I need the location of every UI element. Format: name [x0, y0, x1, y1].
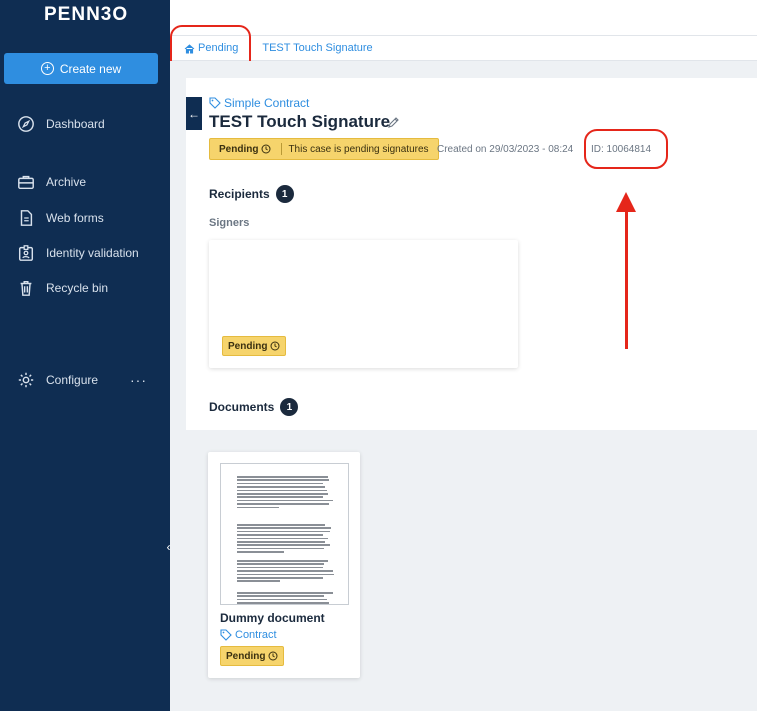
document-status-badge: Pending — [220, 646, 285, 666]
document-text-line — [237, 530, 330, 533]
trash-icon — [16, 279, 36, 297]
compass-icon — [16, 115, 36, 133]
document-text-line — [237, 493, 329, 495]
sidebar: PENN3O + Create new Dashboard Archive We… — [0, 0, 170, 711]
document-text-line — [237, 537, 328, 540]
recipients-title: Recipients — [209, 187, 270, 201]
document-text-line — [237, 486, 325, 488]
case-type-link[interactable]: Simple Contract — [209, 96, 309, 110]
sidebar-item-label: Archive — [46, 175, 87, 189]
tag-icon — [209, 97, 221, 109]
documents-count-badge: 1 — [280, 398, 299, 416]
document-text-line — [237, 476, 328, 478]
sidebar-item-label: Identity validation — [46, 246, 139, 260]
document-text-line — [237, 570, 334, 572]
document-text-line — [237, 541, 325, 543]
sidebar-item-archive[interactable]: Archive — [16, 173, 86, 191]
document-text-line — [237, 524, 326, 526]
back-button[interactable]: ← — [186, 97, 202, 130]
document-thumbnail[interactable] — [220, 463, 349, 605]
document-text-line — [237, 592, 334, 594]
briefcase-icon — [16, 173, 36, 191]
sidebar-item-label: Configure — [46, 373, 99, 387]
annotation-arrow-head — [616, 192, 636, 212]
sidebar-item-dashboard[interactable]: Dashboard — [16, 115, 105, 133]
create-new-label: Create new — [59, 61, 122, 76]
document-text-line — [237, 566, 323, 569]
document-text-line — [237, 527, 332, 529]
more-options-icon[interactable]: ··· — [130, 372, 147, 388]
document-text-line — [237, 499, 333, 502]
document-text-line — [237, 482, 324, 485]
sidebar-item-recycle-bin[interactable]: Recycle bin — [16, 279, 108, 297]
document-text-line — [237, 534, 323, 536]
clock-icon — [270, 341, 280, 351]
document-text-line — [237, 503, 330, 505]
case-status-label: Pending — [219, 143, 259, 155]
document-card[interactable]: Dummy document Contract Pending — [208, 452, 360, 678]
document-text-line — [237, 560, 328, 562]
documents-title: Documents — [209, 400, 275, 414]
document-icon — [16, 209, 36, 227]
documents-heading: Documents 1 — [209, 398, 299, 416]
document-text-line — [237, 544, 331, 546]
case-type-label: Simple Contract — [224, 96, 310, 110]
document-text-line — [237, 479, 329, 481]
signers-label: Signers — [209, 217, 250, 229]
sidebar-item-web-forms[interactable]: Web forms — [16, 209, 104, 227]
sidebar-item-configure[interactable]: Configure — [16, 371, 98, 389]
document-text-line — [237, 598, 328, 601]
document-text-line — [237, 547, 324, 550]
id-badge-icon — [16, 244, 36, 262]
case-status-badge: Pending This case is pending signatures — [209, 138, 439, 160]
case-status-message: This case is pending signatures — [288, 143, 429, 155]
document-text-line — [237, 506, 280, 509]
sidebar-item-label: Web forms — [46, 211, 104, 225]
breadcrumb-case-link[interactable]: TEST Touch Signature — [262, 42, 372, 54]
document-text-line — [237, 563, 325, 565]
signer-status-badge: Pending — [222, 336, 287, 356]
recipients-count-badge: 1 — [275, 185, 294, 203]
clock-icon — [261, 144, 271, 154]
sidebar-item-identity-validation[interactable]: Identity validation — [16, 244, 139, 262]
clock-icon — [268, 651, 278, 661]
tag-icon — [220, 629, 232, 641]
pencil-icon[interactable] — [387, 116, 400, 129]
arrow-left-icon: ← — [188, 106, 200, 121]
gear-icon — [16, 371, 36, 389]
annotation-arrow-shaft — [625, 210, 628, 349]
annotation-circle-case-id — [584, 129, 668, 169]
sidebar-item-label: Dashboard — [46, 117, 105, 131]
document-text-line — [237, 577, 324, 579]
document-name: Dummy document — [220, 611, 325, 625]
created-date: Created on 29/03/2023 - 08:24 — [437, 144, 574, 155]
recipients-heading: Recipients 1 — [209, 185, 294, 203]
document-text-line — [237, 595, 325, 597]
breadcrumb: Pending TEST Touch Signature — [170, 35, 757, 61]
document-text-line — [237, 489, 328, 492]
document-text-line — [237, 573, 334, 576]
signer-card[interactable]: Pending — [209, 240, 518, 368]
penneo-logo: PENN3O — [44, 4, 129, 25]
document-status-label: Pending — [226, 650, 266, 662]
status-divider — [281, 143, 283, 155]
document-type-link[interactable]: Contract — [220, 629, 277, 641]
document-text-line — [237, 496, 323, 498]
case-title: TEST Touch Signature — [209, 112, 391, 131]
sidebar-item-label: Recycle bin — [46, 281, 109, 295]
document-text-line — [237, 551, 284, 553]
document-text-line — [237, 580, 281, 582]
top-bar — [170, 0, 757, 35]
signer-status-label: Pending — [228, 340, 268, 352]
document-text-line — [237, 602, 329, 604]
document-type-label: Contract — [235, 629, 277, 641]
create-new-button[interactable]: + Create new — [4, 53, 158, 84]
plus-icon: + — [40, 62, 54, 75]
case-status: Pending — [210, 144, 275, 155]
